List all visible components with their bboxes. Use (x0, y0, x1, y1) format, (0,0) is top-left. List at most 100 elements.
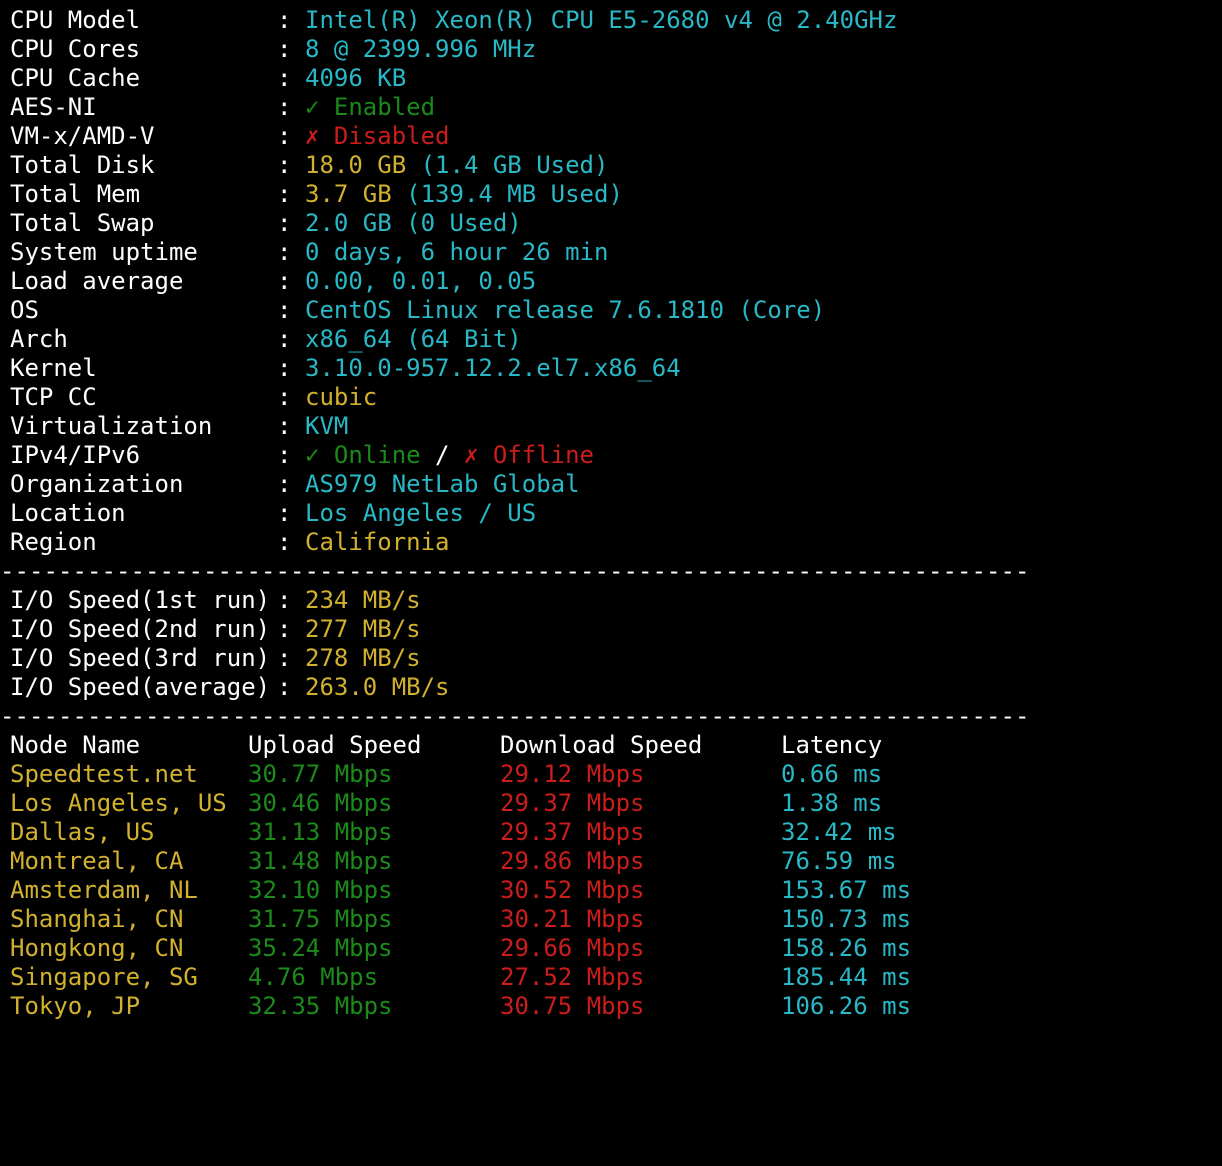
upload-speed: 31.13 Mbps (248, 818, 393, 846)
latency: 153.67 ms (781, 876, 912, 904)
info-label: Arch (10, 325, 68, 353)
upload-speed: 31.48 Mbps (248, 847, 393, 875)
info-colon: : (277, 209, 292, 237)
disk-used: (1.4 GB Used) (406, 151, 609, 179)
info-label: CPU Model (10, 6, 141, 34)
header-upload-speed: Upload Speed (248, 731, 422, 759)
info-colon: : (277, 267, 292, 295)
speedtest-row: Dallas, US 31.13 Mbps 29.37 Mbps 32.42 m… (0, 818, 1222, 847)
download-speed: 29.37 Mbps (500, 818, 645, 846)
disabled-status: ✗ Disabled (305, 122, 450, 150)
latency: 106.26 ms (781, 992, 912, 1020)
info-label: Total Mem (10, 180, 141, 208)
info-value: 3.7 GB (139.4 MB Used) (305, 180, 623, 209)
upload-speed: 35.24 Mbps (248, 934, 393, 962)
speedtest-row: Shanghai, CN 31.75 Mbps 30.21 Mbps 150.7… (0, 905, 1222, 934)
speedtest-row: Amsterdam, NL 32.10 Mbps 30.52 Mbps 153.… (0, 876, 1222, 905)
io-value: 278 MB/s (305, 644, 421, 672)
info-value: cubic (305, 383, 378, 411)
speedtest-row: Montreal, CA 31.48 Mbps 29.86 Mbps 76.59… (0, 847, 1222, 876)
info-label: Kernel (10, 354, 97, 382)
info-row-virtualization: Virtualization : KVM (0, 412, 1222, 441)
info-label: TCP CC (10, 383, 97, 411)
io-row-2nd-run: I/O Speed(2nd run) : 277 MB/s (0, 615, 1222, 644)
info-value: 18.0 GB (1.4 GB Used) (305, 151, 608, 180)
download-speed: 30.75 Mbps (500, 992, 645, 1020)
info-value: 0.00, 0.01, 0.05 (305, 267, 537, 295)
io-row-1st-run: I/O Speed(1st run) : 234 MB/s (0, 586, 1222, 615)
separator-line: ----------------------------------------… (0, 557, 1222, 586)
info-value: 4096 KB (305, 64, 407, 92)
io-label: I/O Speed(3rd run) (10, 644, 271, 672)
io-colon: : (277, 586, 292, 614)
node-name: Los Angeles, US (10, 789, 227, 817)
info-row-uptime: System uptime : 0 days, 6 hour 26 min (0, 238, 1222, 267)
separator-line: ----------------------------------------… (0, 702, 1222, 731)
header-latency: Latency (781, 731, 883, 759)
node-name: Dallas, US (10, 818, 155, 846)
latency: 0.66 ms (781, 760, 883, 788)
info-colon: : (277, 35, 292, 63)
upload-speed: 30.46 Mbps (248, 789, 393, 817)
io-label: I/O Speed(1st run) (10, 586, 271, 614)
io-value: 277 MB/s (305, 615, 421, 643)
latency: 185.44 ms (781, 963, 912, 991)
info-label: Location (10, 499, 126, 527)
info-colon: : (277, 470, 292, 498)
node-name: Singapore, SG (10, 963, 198, 991)
download-speed: 29.86 Mbps (500, 847, 645, 875)
terminal-window[interactable]: CPU Model : Intel(R) Xeon(R) CPU E5-2680… (0, 0, 1222, 1026)
latency: 1.38 ms (781, 789, 883, 817)
upload-speed: 4.76 Mbps (248, 963, 379, 991)
upload-speed: 32.35 Mbps (248, 992, 393, 1020)
info-colon: : (277, 238, 292, 266)
node-name: Speedtest.net (10, 760, 198, 788)
info-colon: : (277, 412, 292, 440)
download-speed: 29.12 Mbps (500, 760, 645, 788)
info-row-kernel: Kernel : 3.10.0-957.12.2.el7.x86_64 (0, 354, 1222, 383)
node-name: Amsterdam, NL (10, 876, 198, 904)
latency: 32.42 ms (781, 818, 897, 846)
io-row-3rd-run: I/O Speed(3rd run) : 278 MB/s (0, 644, 1222, 673)
io-value: 234 MB/s (305, 586, 421, 614)
info-value: 8 @ 2399.996 MHz (305, 35, 537, 63)
info-label: OS (10, 296, 39, 324)
upload-speed: 31.75 Mbps (248, 905, 393, 933)
speedtest-row: Tokyo, JP 32.35 Mbps 30.75 Mbps 106.26 m… (0, 992, 1222, 1021)
info-colon: : (277, 354, 292, 382)
info-row-organization: Organization : AS979 NetLab Global (0, 470, 1222, 499)
download-speed: 27.52 Mbps (500, 963, 645, 991)
system-info-section: CPU Model : Intel(R) Xeon(R) CPU E5-2680… (0, 6, 1222, 557)
node-name: Tokyo, JP (10, 992, 141, 1020)
node-name: Hongkong, CN (10, 934, 184, 962)
info-row-aes-ni: AES-NI : ✓ Enabled (0, 93, 1222, 122)
info-colon: : (277, 151, 292, 179)
header-download-speed: Download Speed (500, 731, 703, 759)
info-value: 3.10.0-957.12.2.el7.x86_64 (305, 354, 681, 382)
download-speed: 29.66 Mbps (500, 934, 645, 962)
info-label: System uptime (10, 238, 198, 266)
upload-speed: 32.10 Mbps (248, 876, 393, 904)
info-row-total-swap: Total Swap : 2.0 GB (0 Used) (0, 209, 1222, 238)
info-row-cpu-cache: CPU Cache : 4096 KB (0, 64, 1222, 93)
io-row-average: I/O Speed(average) : 263.0 MB/s (0, 673, 1222, 702)
info-row-tcp-cc: TCP CC : cubic (0, 383, 1222, 412)
ipv4-online-status: ✓ Online (305, 441, 421, 469)
info-value: x86_64 (64 Bit) (305, 325, 522, 353)
speedtest-header-row: Node Name Upload Speed Download Speed La… (0, 731, 1222, 760)
info-colon: : (277, 528, 292, 556)
info-row-load-average: Load average : 0.00, 0.01, 0.05 (0, 267, 1222, 296)
header-node-name: Node Name (10, 731, 141, 759)
io-label: I/O Speed(average) (10, 673, 271, 701)
download-speed: 30.52 Mbps (500, 876, 645, 904)
info-value: AS979 NetLab Global (305, 470, 580, 498)
latency: 158.26 ms (781, 934, 912, 962)
info-label: Virtualization (10, 412, 213, 440)
ip-separator: / (420, 441, 464, 469)
info-value: KVM (305, 412, 349, 440)
info-label: CPU Cache (10, 64, 141, 92)
info-colon: : (277, 122, 292, 150)
info-row-region: Region : California (0, 528, 1222, 557)
info-colon: : (277, 6, 292, 34)
info-value: Intel(R) Xeon(R) CPU E5-2680 v4 @ 2.40GH… (305, 6, 898, 34)
